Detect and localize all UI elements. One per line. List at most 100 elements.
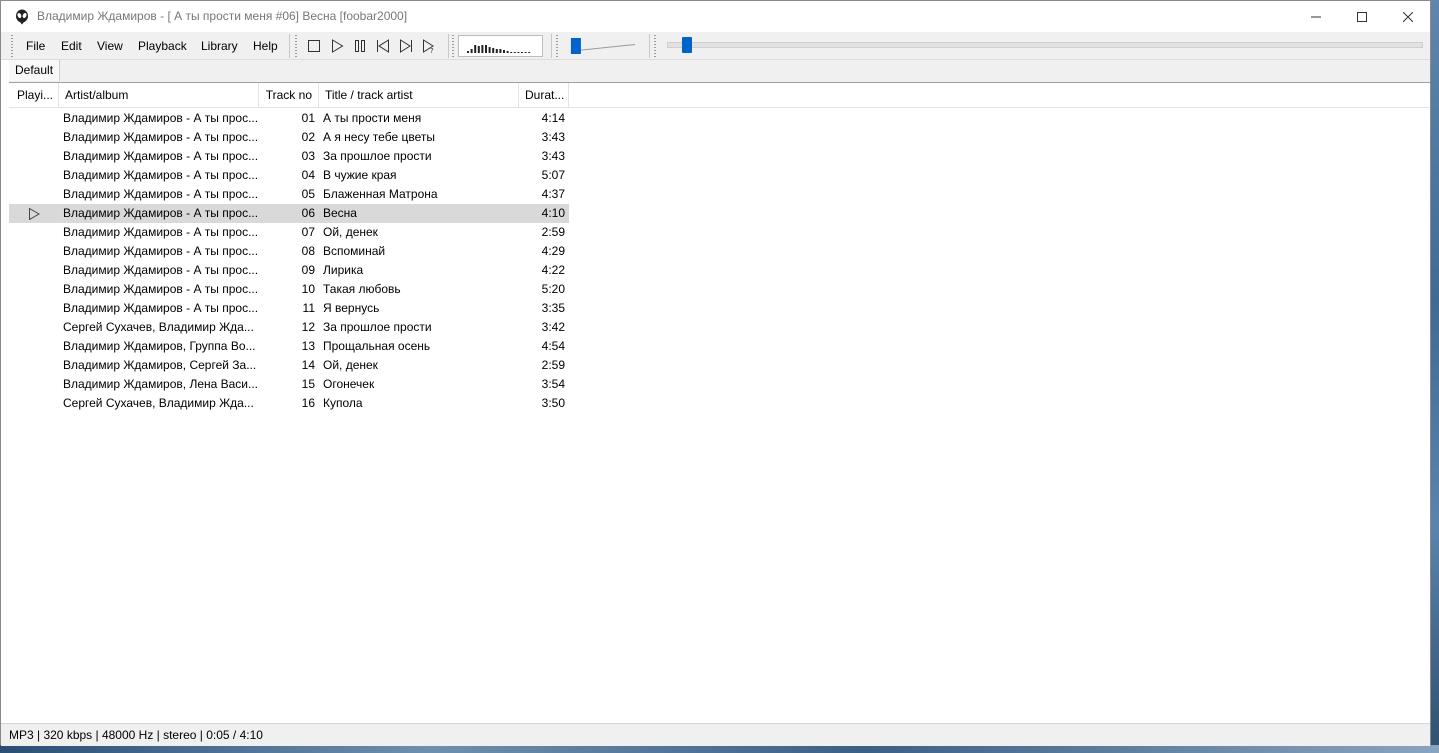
column-artist-album[interactable]: Artist/album	[59, 83, 259, 107]
artist-cell: Владимир Ждамиров - А ты прос...	[63, 263, 257, 277]
toolbar-grip[interactable]	[11, 35, 13, 57]
column-header: Playi... Artist/album Track no Title / t…	[9, 83, 1430, 108]
duration-cell: 4:54	[541, 339, 565, 353]
table-row[interactable]: Владимир Ждамиров - А ты прос... 01 А ты п…	[9, 109, 569, 128]
menu-help[interactable]: Help	[253, 39, 278, 53]
title-cell: А ты прости меня	[323, 111, 422, 125]
duration-cell: 3:43	[541, 149, 565, 163]
toolbar-grip[interactable]	[295, 35, 297, 57]
random-icon[interactable]: ?	[421, 38, 437, 54]
minimize-button[interactable]	[1293, 1, 1339, 32]
track-list: Владимир Ждамиров - А ты прос... 01 А ты п…	[9, 109, 569, 413]
tab-default[interactable]: Default	[9, 60, 61, 81]
column-track-no[interactable]: Track no	[259, 83, 319, 107]
artist-cell: Владимир Ждамиров - А ты прос...	[63, 206, 257, 220]
track-no-cell: 07	[301, 225, 315, 239]
volume-wedge	[577, 44, 635, 51]
spectrum-bar	[477, 46, 480, 53]
track-no-cell: 05	[301, 187, 315, 201]
menu-edit[interactable]: Edit	[61, 39, 82, 53]
track-no-cell: 08	[301, 244, 315, 258]
playing-cell	[9, 242, 59, 261]
toolbar-grip[interactable]	[654, 35, 656, 57]
spectrum-bar	[521, 52, 523, 53]
column-duration[interactable]: Durat...	[519, 83, 569, 107]
title-cell: Ой, денек	[323, 358, 378, 372]
track-no-cell: 02	[301, 130, 315, 144]
table-row[interactable]: Владимир Ждамиров, Сергей За... 14 Ой, ден…	[9, 356, 569, 375]
table-row[interactable]: Владимир Ждамиров - А ты прос... 11 Я верн…	[9, 299, 569, 318]
seek-thumb[interactable]	[681, 37, 692, 53]
title-cell: Лирика	[323, 263, 364, 277]
duration-cell: 3:42	[541, 320, 565, 334]
table-row[interactable]: Владимир Ждамиров - А ты прос... 02 А я не…	[9, 128, 569, 147]
duration-cell: 4:29	[541, 244, 565, 258]
spectrum-bar	[481, 45, 484, 53]
spectrum-bar	[495, 49, 498, 53]
spectrum-bar	[485, 45, 487, 53]
spectrum-bar	[517, 52, 520, 53]
artist-cell: Владимир Ждамиров - А ты прос...	[63, 225, 257, 239]
table-row[interactable]: Владимир Ждамиров - А ты прос... 05 Блажен…	[9, 185, 569, 204]
play-icon[interactable]	[329, 38, 345, 54]
duration-cell: 3:35	[541, 301, 565, 315]
foobar2000-window: Владимир Ждамиров - [ А ты прости меня #…	[0, 0, 1431, 746]
duration-cell: 3:43	[541, 130, 565, 144]
artist-cell: Владимир Ждамиров, Лена Васи...	[63, 377, 257, 391]
menu-file[interactable]: File	[26, 39, 45, 53]
playing-cell	[9, 299, 59, 318]
status-text: MP3 | 320 kbps | 48000 Hz | stereo | 0:0…	[9, 728, 263, 742]
table-row[interactable]: Владимир Ждамиров, Группа Во... 13 Прощаль…	[9, 337, 569, 356]
next-icon[interactable]	[398, 38, 414, 54]
seek-bar[interactable]	[667, 42, 1423, 48]
spectrum-bar	[506, 51, 509, 53]
playing-cell	[9, 375, 59, 394]
volume-thumb[interactable]	[570, 38, 581, 54]
artist-cell: Владимир Ждамиров - А ты прос...	[63, 168, 257, 182]
menu-library[interactable]: Library	[201, 39, 238, 53]
menu-view[interactable]: View	[97, 39, 123, 53]
table-row[interactable]: Владимир Ждамиров - А ты прос... 07 Ой, де…	[9, 223, 569, 242]
table-row[interactable]: Владимир Ждамиров - А ты прос... 06 Весна 4…	[9, 204, 569, 223]
toolbar-grip[interactable]	[452, 35, 454, 57]
playing-cell	[9, 318, 59, 337]
playing-cell	[9, 394, 59, 413]
artist-cell: Владимир Ждамиров, Сергей За...	[63, 358, 257, 372]
table-row[interactable]: Владимир Ждамиров, Лена Васи... 15 Огонече…	[9, 375, 569, 394]
playing-cell	[9, 261, 59, 280]
playlist-view[interactable]: Playi... Artist/album Track no Title / t…	[9, 83, 1430, 723]
table-row[interactable]: Владимир Ждамиров - А ты прос... 08 Вспоми…	[9, 242, 569, 261]
close-button[interactable]	[1385, 1, 1431, 32]
duration-cell: 4:22	[541, 263, 565, 277]
table-row[interactable]: Сергей Сухачев, Владимир Жда... 12 За прош…	[9, 318, 569, 337]
previous-icon[interactable]	[375, 38, 391, 54]
table-row[interactable]: Владимир Ждамиров - А ты прос... 04 В чужи…	[9, 166, 569, 185]
artist-cell: Владимир Ждамиров - А ты прос...	[63, 130, 257, 144]
column-title[interactable]: Title / track artist	[319, 83, 519, 107]
menu-playback[interactable]: Playback	[138, 39, 187, 53]
table-row[interactable]: Владимир Ждамиров - А ты прос... 09 Лирика…	[9, 261, 569, 280]
duration-cell: 4:37	[541, 187, 565, 201]
maximize-button[interactable]	[1339, 1, 1385, 32]
stop-icon[interactable]	[306, 38, 322, 54]
artist-cell: Владимир Ждамиров, Группа Во...	[63, 339, 256, 353]
spectrum-bar	[528, 52, 531, 53]
playlist-tabs: Default	[9, 60, 1430, 83]
volume-slider[interactable]	[567, 36, 637, 56]
toolbar: File Edit View Playback Library Help ?	[1, 32, 1430, 60]
column-playing[interactable]: Playi...	[9, 83, 59, 107]
track-no-cell: 11	[302, 301, 315, 315]
pause-icon[interactable]	[352, 38, 368, 54]
table-row[interactable]: Владимир Ждамиров - А ты прос... 10 Такая …	[9, 280, 569, 299]
duration-cell: 5:07	[541, 168, 565, 182]
window-title: Владимир Ждамиров - [ А ты прости меня #…	[37, 9, 408, 23]
close-icon	[1403, 11, 1413, 22]
spectrum-bar	[503, 50, 505, 53]
toolbar-grip[interactable]	[556, 35, 558, 57]
title-cell: Огонечек	[323, 377, 375, 391]
toolbar-separator	[448, 34, 449, 58]
table-row[interactable]: Владимир Ждамиров - А ты прос... 03 За про…	[9, 147, 569, 166]
title-bar[interactable]: Владимир Ждамиров - [ А ты прости меня #…	[1, 1, 1430, 32]
table-row[interactable]: Сергей Сухачев, Владимир Жда... 16 Купола 3…	[9, 394, 569, 413]
title-cell: Я вернусь	[323, 301, 380, 315]
